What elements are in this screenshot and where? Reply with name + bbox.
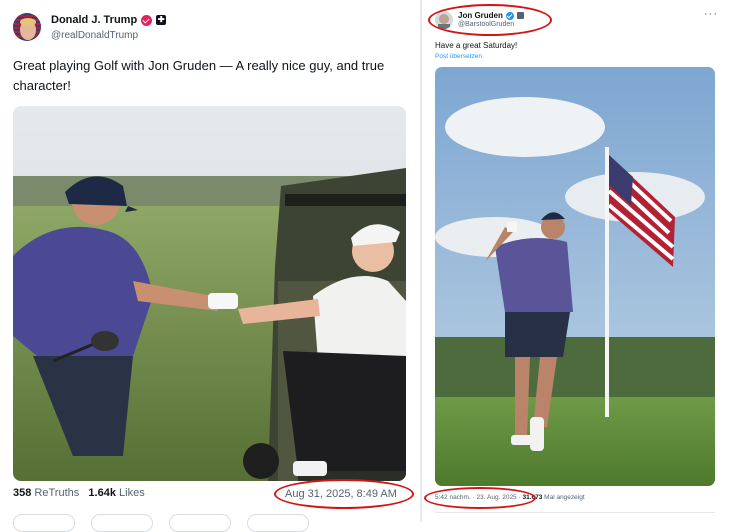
views-label: Mal angezeigt bbox=[544, 494, 585, 501]
author-name-text[interactable]: Donald J. Trump bbox=[51, 14, 137, 26]
translate-link[interactable]: Post übersetzen bbox=[435, 53, 482, 60]
like-button[interactable] bbox=[169, 514, 231, 532]
author-name[interactable]: Donald J. Trump ✚ bbox=[51, 14, 167, 26]
avatar[interactable] bbox=[13, 13, 41, 41]
post-text: Have a great Saturday! bbox=[435, 41, 518, 50]
retruths-label[interactable]: ReTruths bbox=[34, 487, 79, 499]
share-button[interactable] bbox=[247, 514, 309, 532]
verified-badge-icon bbox=[141, 14, 153, 26]
retruth-button[interactable] bbox=[91, 514, 153, 532]
highlight-ellipse bbox=[274, 479, 414, 509]
action-buttons bbox=[13, 514, 309, 532]
retruths-count[interactable]: 358 bbox=[13, 487, 31, 499]
highlight-ellipse bbox=[428, 4, 552, 36]
post-stats: 358 ReTruths 1.64k Likes bbox=[13, 487, 145, 499]
likes-label[interactable]: Likes bbox=[119, 487, 145, 499]
divider bbox=[435, 512, 715, 513]
more-horizontal-icon[interactable]: ··· bbox=[704, 8, 718, 20]
author-handle[interactable]: @realDonaldTrump bbox=[51, 30, 138, 41]
highlight-ellipse bbox=[424, 487, 536, 509]
post-photo[interactable] bbox=[435, 67, 715, 486]
affiliate-badge-icon: ✚ bbox=[156, 15, 167, 25]
post-text: Great playing Golf with Jon Gruden — A r… bbox=[13, 58, 385, 93]
post-photo[interactable] bbox=[13, 106, 406, 481]
reply-button[interactable] bbox=[13, 514, 75, 532]
likes-count[interactable]: 1.64k bbox=[88, 487, 116, 499]
